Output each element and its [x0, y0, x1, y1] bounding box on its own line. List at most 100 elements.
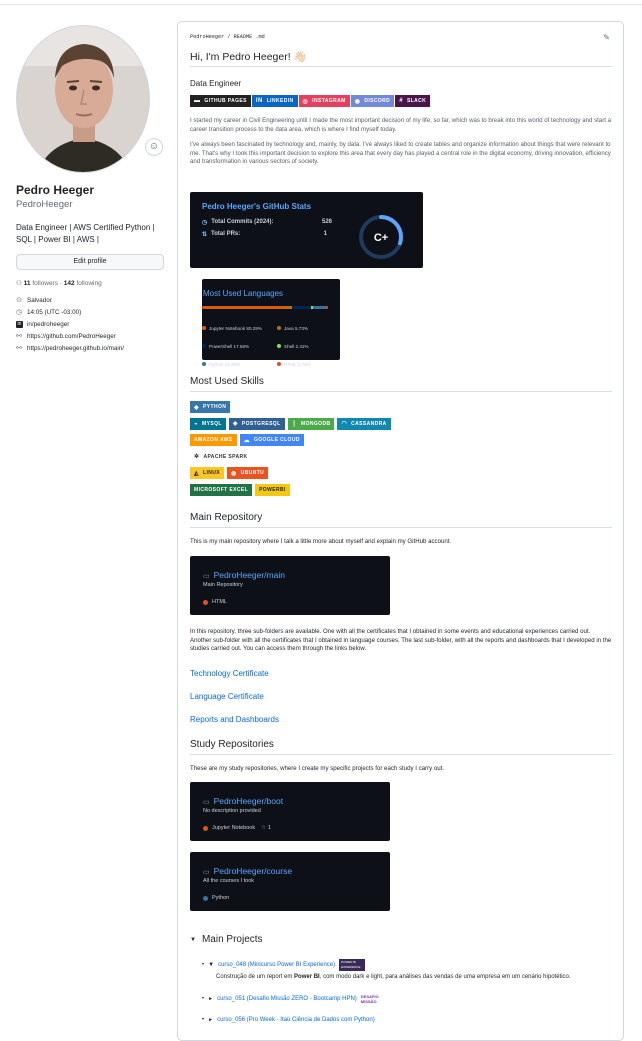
local-time-item: ◷ 14:05 (UTC -03:00) — [16, 308, 82, 316]
skills-row: AMAZON AWS ☁ GOOGLE CLOUD — [190, 434, 612, 446]
edit-pencil-icon[interactable]: ✎ — [603, 33, 610, 42]
amazon-aws-badge[interactable]: AMAZON AWS — [190, 434, 237, 446]
mysql-badge[interactable]: ◒ MYSQL — [190, 417, 226, 430]
boot-repo-desc: No description provided — [203, 808, 261, 814]
language-dot — [203, 599, 208, 605]
profile-details: ⊙ Salvador ◷ 14:05 (UTC -03:00) in in/pedro… — [16, 296, 166, 352]
main-repo-desc: Main Repository — [203, 582, 243, 588]
slack-icon: # — [399, 98, 403, 104]
google-cloud-badge[interactable]: ☁ GOOGLE CLOUD — [239, 434, 304, 446]
follow-counts: ⚇ 11 followers · 142 following — [16, 280, 102, 287]
apache-spark-badge[interactable]: ✲ APACHE SPARK — [190, 450, 252, 463]
reports-dashboards-link[interactable]: Reports and Dashboards — [190, 715, 279, 724]
github-stats-card[interactable]: Pedro Heeger's GitHub Stats ◷ Total Comm… — [190, 192, 423, 268]
project-toggle-icon[interactable]: ► — [208, 996, 213, 1002]
languages-progress-bar — [202, 306, 328, 309]
top-border — [0, 0, 642, 5]
instagram-badge[interactable]: ◎ INSTAGRAM — [298, 95, 350, 107]
grade-text: C+ — [374, 232, 388, 244]
main-projects-summary[interactable]: ▼ Main Projects — [190, 934, 612, 945]
postgresql-icon: ◈ — [232, 421, 238, 427]
intro-paragraph-2: I've always been fascinated by technolog… — [190, 141, 611, 165]
cassandra-badge[interactable]: ◠ CASSANDRA — [337, 417, 391, 430]
course-repo-card[interactable]: ▭ PedroHeeger/course All the courses I to… — [190, 852, 390, 911]
linux-badge[interactable]: ◭ LINUX — [190, 467, 225, 479]
linkedin-item[interactable]: in in/pedroheeger — [16, 320, 166, 328]
postgresql-badge[interactable]: ◈ POSTGRESQL — [228, 417, 285, 430]
location-item: ⊙ Salvador — [16, 296, 52, 304]
most-used-languages-card[interactable]: Most Used Languages Jupyter Notebook 80.… — [202, 279, 340, 367]
powerbi-badge[interactable]: POWERBI — [255, 483, 290, 496]
disclosure-triangle-icon: ▼ — [190, 936, 196, 943]
edit-profile-button[interactable]: Edit profile — [16, 254, 164, 270]
language-dot — [277, 362, 281, 366]
language-dot — [202, 344, 206, 348]
profile-login: PedroHeeger — [16, 199, 73, 210]
boot-repo-title: ▭ PedroHeeger/boot — [203, 796, 284, 806]
discord-icon: ◉ — [354, 98, 361, 105]
python-badge[interactable]: ◆ PYTHON — [190, 401, 231, 413]
technology-certificate-link[interactable]: Technology Certificate — [190, 669, 269, 678]
commits-row: ◷ Total Commits (2024): 526 — [202, 219, 332, 226]
avatar[interactable] — [16, 25, 150, 173]
microsoft-excel-badge[interactable]: MICROSOFT EXCEL — [190, 483, 253, 496]
language-dot — [202, 326, 206, 330]
followers-link[interactable]: 11 followers — [24, 280, 58, 287]
language-item: HTML 1.74% — [277, 359, 337, 370]
slack-badge[interactable]: # SLACK — [395, 95, 431, 107]
project-badge-1: POWER BI EXPERIENCE — [339, 959, 366, 971]
repo-icon: ▭ — [203, 799, 210, 806]
ubuntu-icon: ◍ — [231, 470, 237, 477]
main-repo-description: This is my main repository where I talk … — [190, 538, 452, 545]
language-item: Python 12.28% — [202, 359, 277, 370]
study-repos-description: These are my study repositories, where I… — [190, 765, 445, 772]
python-icon: ◆ — [194, 404, 200, 411]
contact-badges: ▬ GITHUB PAGES in LINKEDIN ◎ INSTAGRAM ◉ DISCOR… — [190, 95, 612, 107]
langs-title: Most Used Languages — [203, 289, 284, 298]
project-desc-1: Construção de um report em Power BI, com… — [216, 974, 571, 980]
ubuntu-badge[interactable]: ◍ UBUNTU — [227, 467, 269, 479]
main-repo-card[interactable]: ▭ PedroHeeger/main Main Repository HTML — [190, 556, 390, 615]
spark-icon: ✲ — [194, 454, 200, 460]
skills-row: ◆ PYTHON — [190, 401, 612, 413]
mongodb-icon: ❘ — [291, 421, 297, 427]
project-link-2[interactable]: curso_051 (Desafio Missão ZERO - Bootcam… — [217, 996, 357, 1002]
discord-badge[interactable]: ◉ DISCORD — [350, 95, 395, 107]
project-item-2: • ► curso_051 (Desafio Missão ZERO - Boo… — [202, 992, 612, 1006]
course-repo-desc: All the courses I took — [203, 878, 255, 884]
stats-title: Pedro Heeger's GitHub Stats — [202, 202, 312, 211]
profile-sidebar: ☺ Pedro Heeger PedroHeeger Data Engineer… — [16, 25, 166, 352]
boot-repo-language: Jupyter Notebook ☆ 1 — [203, 825, 271, 831]
grade-ring: C+ — [359, 215, 403, 259]
project-toggle-icon[interactable]: ▼ — [208, 962, 214, 968]
role-text: Data Engineer — [190, 79, 242, 88]
github-pages-badge[interactable]: ▬ GITHUB PAGES — [190, 95, 251, 107]
skills-row: ✲ APACHE SPARK — [190, 450, 612, 463]
languages-list: Jupyter Notebook 80.29% Java 5.73% PowerSh… — [202, 317, 338, 371]
project-link-1[interactable]: curso_048 (Minicurso Power BI Experience… — [218, 962, 335, 968]
mongodb-badge[interactable]: ❘ MONGODB — [287, 417, 335, 430]
skills-heading: Most Used Skills — [190, 376, 612, 392]
language-dot — [203, 825, 208, 831]
readme-path: PedroHeeger / README .md — [190, 34, 265, 40]
set-status-smiley-icon[interactable]: ☺ — [145, 138, 163, 156]
pull-request-icon: ⇅ — [202, 232, 208, 238]
project-toggle-icon[interactable]: ► — [208, 1017, 213, 1023]
language-item: PowerShell 17.56% — [202, 341, 277, 352]
website-link-2[interactable]: ⚯ https://pedroheeger.github.io/main/ — [16, 344, 166, 352]
language-bar-segment — [326, 306, 328, 309]
people-icon: ⚇ — [16, 280, 22, 287]
website-link-1[interactable]: ⚯ https://github.com/PedroHeeger — [16, 332, 166, 340]
main-repo-paragraph: In this repository, three sub-folders ar… — [190, 628, 612, 652]
main-repo-language: HTML — [203, 599, 227, 605]
project-link-3[interactable]: curso_056 (Pro Week - Itaú Ciência de Da… — [217, 1017, 375, 1023]
project-item-3: • ► curso_056 (Pro Week - Itaú Ciência d… — [202, 1017, 375, 1023]
linkedin-badge[interactable]: in LINKEDIN — [251, 95, 298, 107]
study-repos-heading: Study Repositories — [190, 739, 612, 755]
cassandra-icon: ◠ — [341, 421, 348, 427]
boot-repo-card[interactable]: ▭ PedroHeeger/boot No description provide… — [190, 782, 390, 841]
project-item-1: • ▼ curso_048 (Minicurso Power BI Experi… — [202, 959, 612, 971]
language-certificate-link[interactable]: Language Certificate — [190, 692, 264, 701]
following-link[interactable]: 142 following — [64, 280, 102, 287]
github-pages-icon: ▬ — [194, 98, 201, 104]
